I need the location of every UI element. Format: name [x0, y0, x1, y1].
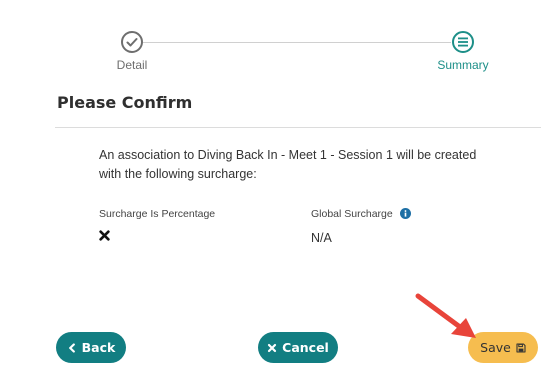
page-title: Please Confirm [57, 93, 193, 112]
cancel-button[interactable]: Cancel [258, 332, 338, 363]
global-surcharge-label: Global Surcharge [311, 208, 411, 220]
global-surcharge-value: N/A [311, 231, 332, 245]
progress-stepper: Detail Summary [0, 30, 551, 75]
surcharge-percentage-label: Surcharge Is Percentage [99, 208, 215, 220]
step-summary-label: Summary [437, 58, 489, 72]
step-detail-label: Detail [116, 58, 148, 72]
cancel-button-label: Cancel [282, 340, 329, 355]
surcharge-percentage-label-text: Surcharge Is Percentage [99, 208, 216, 220]
x-mark-icon [99, 230, 110, 241]
back-button[interactable]: Back [56, 332, 126, 363]
info-icon[interactable] [399, 208, 411, 219]
floppy-disk-icon [516, 342, 526, 353]
confirm-dialog: Detail Summary Please Confirm An associa… [0, 0, 551, 374]
confirmation-message: An association to Diving Back In - Meet … [99, 148, 477, 181]
global-surcharge-label-text: Global Surcharge [311, 208, 393, 220]
save-button-label: Save [480, 340, 511, 355]
title-divider [55, 127, 541, 128]
step-detail[interactable]: Detail [110, 30, 154, 72]
list-circle-icon [452, 31, 474, 53]
chevron-left-icon [68, 342, 75, 353]
step-summary[interactable]: Summary [428, 30, 498, 72]
stepper-connector-line [143, 42, 451, 43]
check-circle-icon [121, 31, 143, 53]
annotation-arrow [415, 293, 476, 338]
back-button-label: Back [81, 340, 116, 355]
x-icon [268, 343, 277, 352]
